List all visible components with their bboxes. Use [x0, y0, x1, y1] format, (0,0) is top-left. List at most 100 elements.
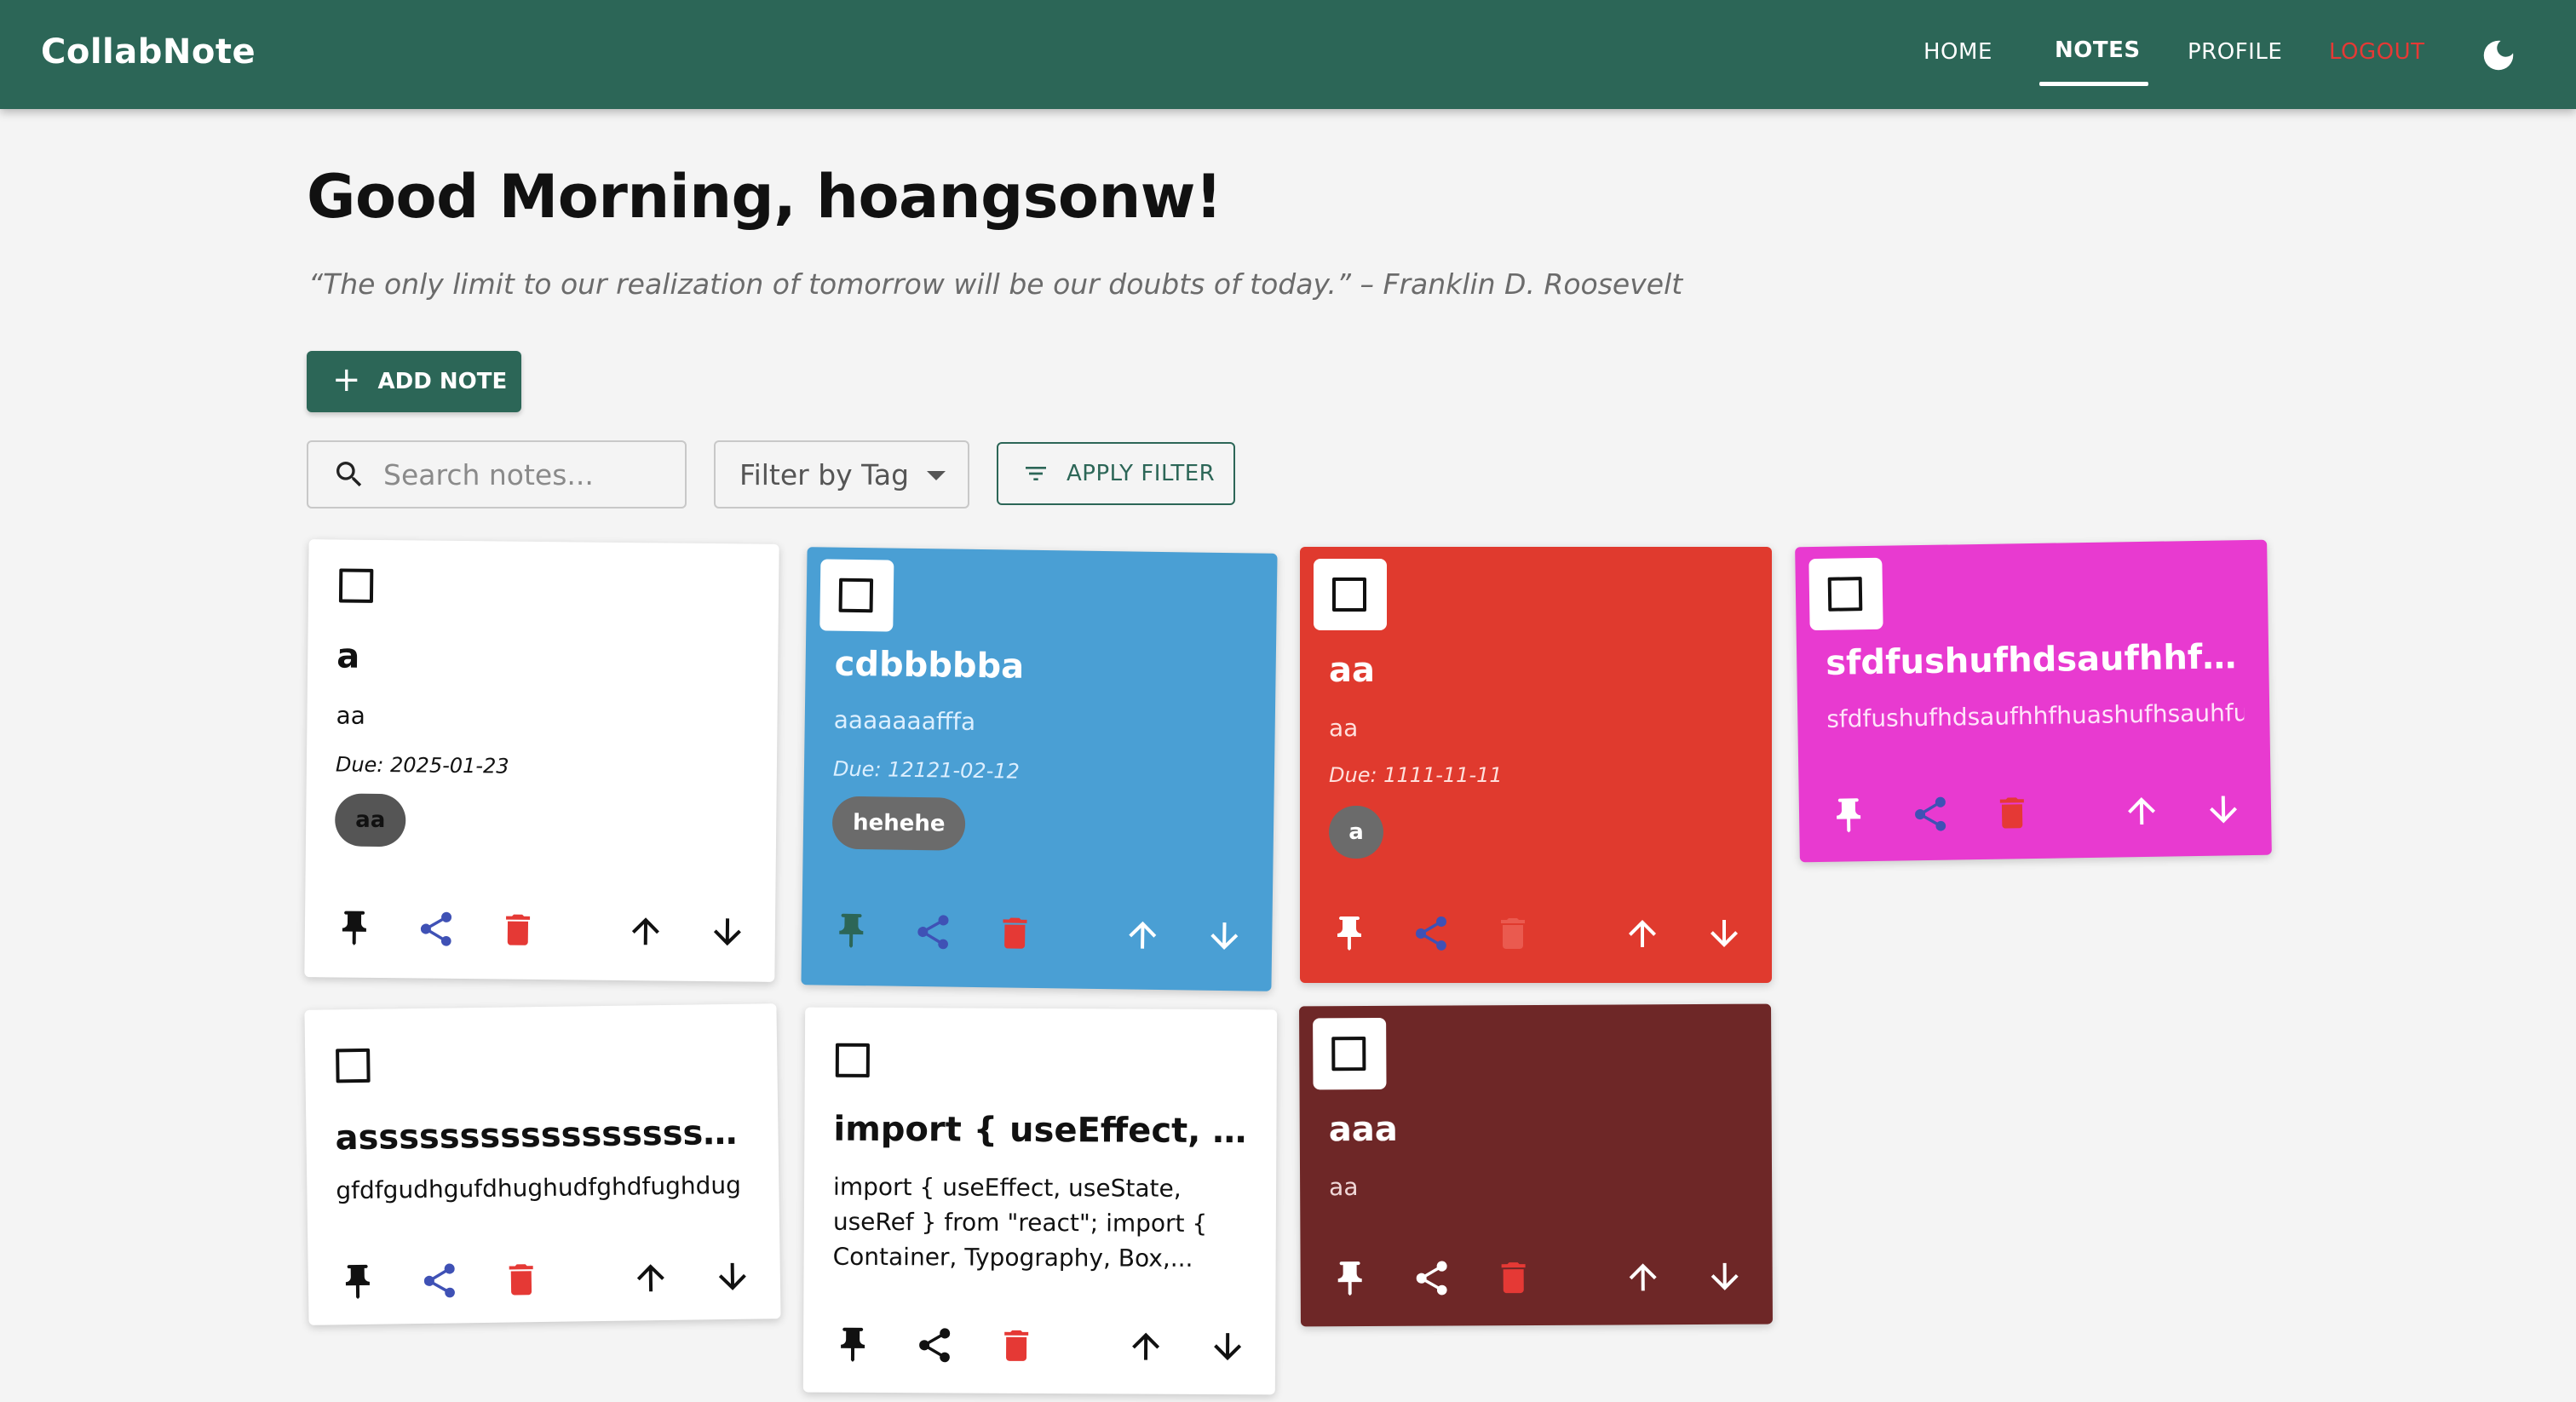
select-checkbox[interactable]: [1332, 577, 1366, 612]
note-title: sfdfushufhdsaufhhfhu...: [1825, 637, 2244, 683]
move-down-icon[interactable]: [707, 911, 749, 953]
apply-filter-label: APPLY FILTER: [1067, 461, 1216, 486]
app-title[interactable]: CollabNote: [41, 32, 256, 72]
filter-by-tag-select[interactable]: Filter by Tag: [714, 440, 969, 509]
add-note-label: ADD NOTE: [377, 369, 508, 394]
move-up-icon[interactable]: [625, 911, 667, 952]
select-checkbox-wrap: [819, 559, 894, 632]
note-content: gfdfgudhgufdhughudfghdfughdug: [336, 1170, 742, 1205]
tag-chip[interactable]: a: [1329, 806, 1383, 859]
select-checkbox[interactable]: [1827, 577, 1863, 612]
note-card[interactable]: aaa aa: [1299, 1003, 1773, 1327]
note-title: cdbbbbba: [834, 644, 1025, 687]
share-icon[interactable]: [912, 911, 954, 953]
move-down-icon[interactable]: [1704, 913, 1745, 954]
quote-text: “The only limit to our realization of to…: [308, 267, 1683, 301]
pin-icon[interactable]: [1330, 1258, 1371, 1299]
note-card[interactable]: import { useEffect, use... import { useE…: [802, 1007, 1278, 1395]
note-content: aaaaaaafffa: [833, 705, 976, 736]
move-down-icon[interactable]: [1204, 916, 1245, 957]
share-icon[interactable]: [416, 908, 457, 950]
nav-home[interactable]: HOME: [1923, 39, 1992, 65]
note-actions: [308, 1255, 781, 1313]
note-actions: [1300, 913, 1772, 964]
delete-icon[interactable]: [994, 912, 1036, 954]
select-checkbox[interactable]: [336, 1048, 371, 1083]
select-checkbox[interactable]: [1331, 1037, 1366, 1072]
filter-by-tag-label: Filter by Tag: [739, 457, 910, 491]
select-checkbox[interactable]: [838, 577, 874, 613]
tag-chip[interactable]: hehehe: [831, 796, 966, 851]
delete-icon[interactable]: [1493, 1257, 1534, 1298]
add-note-button[interactable]: + ADD NOTE: [307, 351, 521, 412]
move-up-icon[interactable]: [1623, 1256, 1664, 1297]
delete-icon[interactable]: [1992, 792, 2033, 834]
delete-icon[interactable]: [501, 1259, 543, 1301]
share-icon[interactable]: [1412, 1258, 1452, 1299]
share-icon[interactable]: [1910, 794, 1952, 836]
share-icon[interactable]: [1411, 913, 1452, 954]
share-icon[interactable]: [914, 1324, 955, 1365]
note-actions: [803, 1324, 1275, 1378]
note-card[interactable]: aa aa Due: 1111-11-11 a: [1300, 547, 1772, 983]
move-up-icon[interactable]: [630, 1257, 672, 1299]
select-checkbox[interactable]: [835, 1043, 870, 1077]
share-icon[interactable]: [419, 1260, 461, 1301]
move-up-icon[interactable]: [1125, 1326, 1166, 1367]
note-card[interactable]: asssssssssssssssssss... gfdfgudhgufdhugh…: [304, 1003, 781, 1325]
pin-icon[interactable]: [831, 911, 872, 952]
search-input[interactable]: [383, 457, 664, 491]
pin-icon[interactable]: [1329, 913, 1370, 954]
note-title: aa: [1329, 651, 1375, 690]
note-content: aa: [1329, 714, 1359, 742]
tag-chip[interactable]: aa: [334, 793, 406, 848]
nav-logout[interactable]: LOGOUT: [2329, 39, 2425, 65]
note-title: a: [336, 636, 360, 676]
note-card[interactable]: sfdfushufhdsaufhhfhu... sfdfushufhdsaufh…: [1795, 539, 2272, 863]
note-card[interactable]: a aa Due: 2025-01-23 aa: [304, 539, 779, 982]
move-down-icon[interactable]: [712, 1256, 754, 1298]
move-up-icon[interactable]: [1122, 914, 1164, 956]
nav-active-indicator: [2039, 82, 2148, 86]
delete-icon[interactable]: [497, 909, 539, 951]
note-actions: [802, 910, 1273, 968]
dropdown-caret-icon: [927, 471, 946, 480]
pin-icon[interactable]: [1828, 795, 1870, 836]
note-content: aa: [1329, 1173, 1359, 1202]
apply-filter-button[interactable]: APPLY FILTER: [997, 442, 1235, 505]
note-actions: [1799, 789, 2272, 848]
filter-list-icon: [1026, 467, 1046, 480]
move-down-icon[interactable]: [1207, 1326, 1248, 1367]
delete-icon[interactable]: [1492, 913, 1533, 954]
nav-notes[interactable]: NOTES: [2055, 37, 2141, 63]
plus-icon: +: [332, 360, 361, 399]
pin-icon[interactable]: [334, 907, 376, 949]
pin-icon[interactable]: [337, 1261, 379, 1303]
moon-icon[interactable]: [2479, 36, 2518, 75]
page-title: Good Morning, hoangsonw!: [307, 162, 1222, 232]
select-checkbox-wrap: [1314, 559, 1387, 630]
note-due-date: Due: 12121-02-12: [832, 756, 1021, 784]
pin-icon[interactable]: [832, 1324, 873, 1365]
select-checkbox[interactable]: [338, 568, 374, 603]
move-up-icon[interactable]: [1622, 913, 1663, 954]
select-checkbox-wrap: [1808, 557, 1883, 631]
nav-profile[interactable]: PROFILE: [2188, 39, 2282, 65]
move-down-icon[interactable]: [1705, 1256, 1745, 1297]
move-down-icon[interactable]: [2203, 789, 2245, 830]
note-title: import { useEffect, use...: [833, 1109, 1251, 1152]
move-up-icon[interactable]: [2121, 790, 2163, 832]
app-bar: CollabNote HOME NOTES PROFILE LOGOUT: [0, 0, 2576, 109]
note-content: sfdfushufhdsaufhhfhuashufhsauhfu: [1826, 698, 2245, 733]
note-content: aa: [336, 701, 366, 730]
note-content: import { useEffect, useState, useRef } f…: [832, 1172, 1208, 1273]
note-due-date: Due: 1111-11-11: [1329, 763, 1503, 787]
select-checkbox-wrap: [1313, 1017, 1387, 1090]
note-title: aaa: [1328, 1109, 1398, 1150]
delete-icon[interactable]: [996, 1325, 1037, 1366]
note-due-date: Due: 2025-01-23: [335, 752, 509, 779]
note-card[interactable]: cdbbbbba aaaaaaafffa Due: 12121-02-12 he…: [801, 547, 1278, 991]
search-icon: [336, 462, 362, 487]
note-actions: [1301, 1256, 1773, 1310]
search-field[interactable]: [307, 440, 687, 509]
